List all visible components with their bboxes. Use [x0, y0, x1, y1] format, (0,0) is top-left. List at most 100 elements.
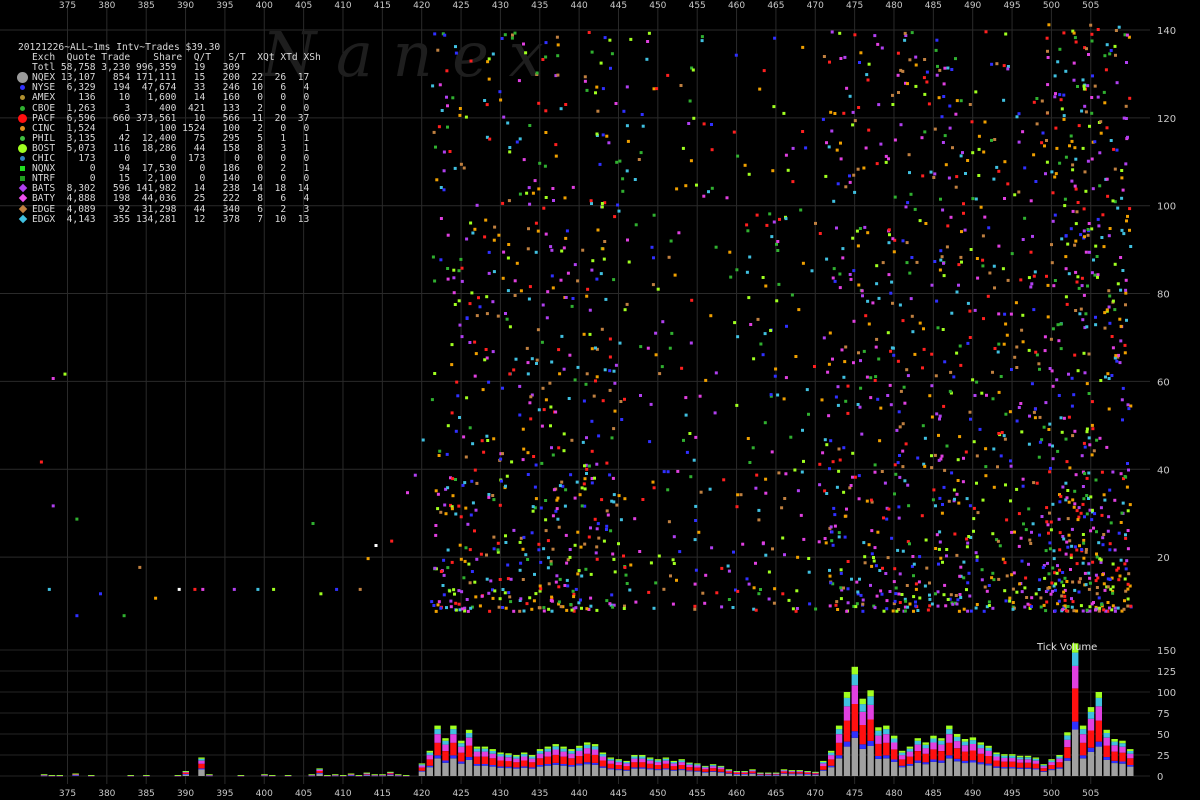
scatter-point	[601, 247, 605, 251]
volume-bar	[969, 737, 977, 776]
scatter-point	[454, 45, 457, 49]
volume-bar-segment	[898, 767, 906, 776]
scatter-point	[945, 554, 948, 558]
scatter-point	[842, 490, 846, 494]
scatter-point	[1103, 54, 1107, 58]
scatter-point	[1047, 428, 1051, 431]
scatter-point	[1004, 322, 1008, 326]
scatter-point	[939, 197, 942, 201]
scatter-point	[830, 30, 834, 34]
scatter-point	[791, 607, 795, 611]
scatter-point	[873, 463, 877, 467]
volume-bar-segment	[694, 764, 701, 766]
scatter-point	[1082, 497, 1086, 501]
scatter-point	[550, 446, 553, 450]
scatter-point	[933, 127, 937, 131]
scatter-point	[975, 555, 979, 559]
scatter-point	[461, 483, 465, 487]
scatter-point	[974, 551, 978, 555]
scatter-point	[608, 337, 612, 341]
scatter-point	[547, 582, 551, 586]
scatter-point	[554, 509, 558, 513]
volume-bar	[749, 769, 756, 776]
scatter-point	[434, 145, 437, 149]
scatter-point	[612, 278, 616, 282]
volume-bar-segment	[1056, 767, 1063, 769]
scatter-point	[590, 449, 594, 453]
volume-bar-segment	[434, 742, 441, 756]
scatter-point	[785, 324, 788, 328]
scatter-point	[1030, 596, 1034, 600]
scatter-point	[857, 106, 861, 109]
scatter-point	[547, 607, 551, 611]
volume-bar	[741, 771, 748, 776]
scatter-point	[1098, 436, 1102, 440]
scatter-point	[1117, 353, 1120, 357]
scatter-point	[763, 421, 767, 425]
scatter-point	[1084, 550, 1088, 554]
scatter-point	[912, 595, 916, 599]
volume-bar	[206, 774, 213, 777]
scatter-point	[1071, 498, 1075, 502]
scatter-point	[515, 261, 519, 265]
scatter-point	[1064, 552, 1068, 556]
volume-bar-segment	[631, 762, 638, 768]
scatter-point	[1072, 393, 1076, 397]
scatter-point	[853, 190, 857, 194]
scatter-point	[485, 553, 488, 557]
scatter-point	[1124, 162, 1128, 166]
scatter-point	[583, 75, 587, 79]
scatter-point	[859, 386, 863, 390]
scatter-point	[1048, 511, 1051, 515]
scatter-point	[772, 601, 776, 605]
volume-bar-segment	[623, 766, 630, 770]
scatter-point	[1031, 234, 1034, 238]
volume-bar-segment	[694, 771, 701, 776]
scatter-point	[459, 557, 463, 561]
scatter-point	[477, 296, 480, 300]
scatter-point	[1043, 349, 1047, 353]
scatter-point	[754, 608, 758, 612]
scatter-point	[1097, 541, 1101, 545]
scatter-point	[573, 378, 577, 382]
volume-bar-segment	[875, 758, 882, 776]
scatter-point	[652, 486, 656, 490]
scatter-point	[887, 157, 890, 161]
scatter-point	[768, 212, 772, 216]
scatter-point	[1126, 547, 1130, 551]
volume-bar-segment	[749, 769, 756, 771]
legend-marker-icon	[18, 143, 32, 153]
scatter-point	[954, 112, 958, 116]
scatter-point	[824, 541, 828, 545]
scatter-point	[611, 552, 615, 556]
scatter-point	[962, 607, 966, 611]
volume-bar-segment	[403, 775, 410, 776]
volume-bar-segment	[639, 767, 646, 769]
scatter-point	[1098, 184, 1102, 188]
scatter-point	[1125, 61, 1128, 64]
scatter-point	[623, 308, 627, 312]
scatter-point	[458, 113, 462, 117]
legend-marker-icon	[18, 154, 32, 163]
scatter-point	[480, 439, 484, 443]
volume-bar-segment	[182, 772, 189, 774]
scatter-point	[1064, 155, 1068, 159]
scatter-point	[575, 480, 579, 484]
scatter-point	[796, 489, 800, 493]
volume-bar-segment	[1095, 741, 1102, 747]
volume-bar-segment	[591, 754, 599, 763]
scatter-point	[971, 151, 975, 155]
scatter-point	[844, 185, 848, 189]
volume-bar-segment	[867, 704, 874, 720]
scatter-point	[1101, 536, 1105, 540]
scatter-point	[839, 597, 843, 601]
volume-bar-segment	[922, 748, 929, 754]
scatter-point	[883, 481, 887, 485]
volume-bar	[1087, 707, 1095, 776]
scatter-point	[835, 600, 839, 604]
scatter-point	[1118, 574, 1122, 578]
scatter-point	[564, 488, 568, 492]
scatter-point	[965, 545, 969, 549]
scatter-point	[573, 543, 577, 547]
scatter-point	[576, 530, 580, 534]
